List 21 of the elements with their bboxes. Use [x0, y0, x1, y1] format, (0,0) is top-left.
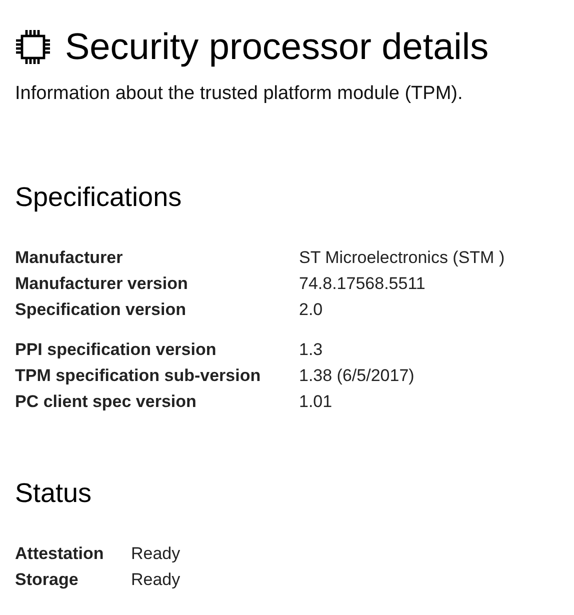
property-label: Attestation [15, 543, 105, 565]
section-heading: Specifications [15, 181, 183, 214]
page-description: Information about the trusted platform module (TPM). [15, 82, 464, 106]
property-label: Specification version [15, 299, 187, 321]
page-title: Security processor details [65, 25, 489, 69]
property-label: TPM specification sub-version [15, 365, 262, 387]
property-label: Manufacturer [15, 247, 124, 269]
property-value: 1.38 (6/5/2017) [299, 365, 416, 387]
property-value: Ready [131, 569, 182, 591]
property-label: PPI specification version [15, 339, 218, 361]
property-value: ST Microelectronics (STM ) [299, 247, 506, 269]
property-label: Storage [15, 569, 80, 591]
chip-icon [15, 29, 51, 65]
property-label: PC client spec version [15, 391, 198, 413]
property-value: 1.01 [299, 391, 334, 413]
property-value: Ready [131, 543, 182, 565]
section-heading: Status [15, 477, 93, 510]
property-value: 2.0 [299, 299, 324, 321]
property-value: 74.8.17568.5511 [299, 273, 426, 295]
property-value: 1.3 [299, 339, 324, 361]
property-label: Manufacturer version [15, 273, 189, 295]
